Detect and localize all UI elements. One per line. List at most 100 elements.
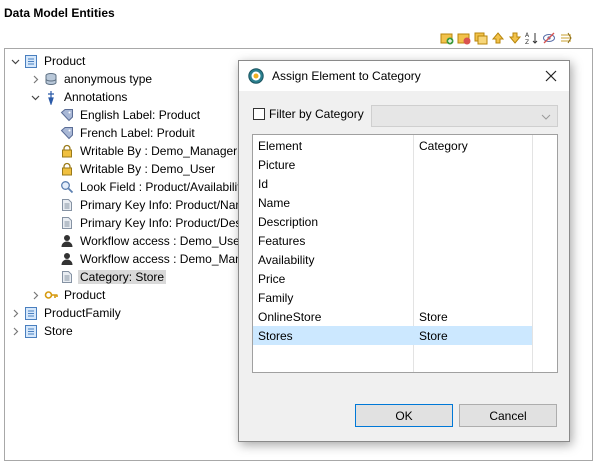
table-row[interactable]: OnlineStore Store xyxy=(253,307,532,326)
tree-item-french-label[interactable]: French Label: Produit xyxy=(59,124,197,142)
app-icon xyxy=(248,68,264,84)
file-icon xyxy=(59,269,75,285)
tree-item-workflow-user[interactable]: Workflow access : Demo_User# xyxy=(59,232,253,250)
tag-icon xyxy=(59,107,75,123)
tree-item-product[interactable]: Product xyxy=(9,52,87,70)
tree-item-category-store[interactable]: Category: Store xyxy=(59,268,167,286)
tag-icon xyxy=(59,125,75,141)
element-cell: Stores xyxy=(258,328,293,343)
sort-az-icon[interactable]: AZ xyxy=(525,31,539,45)
table-row[interactable]: Price xyxy=(253,269,532,288)
chevron-down-icon[interactable] xyxy=(9,52,21,70)
cancel-button[interactable]: Cancel xyxy=(459,404,557,427)
document-icon xyxy=(23,305,39,321)
dialog-titlebar[interactable]: Assign Element to Category xyxy=(239,61,569,91)
element-cell: Features xyxy=(258,233,306,248)
tree-item-label: Look Field : Product/Availability xyxy=(80,180,247,194)
ok-button[interactable]: OK xyxy=(355,404,453,427)
tree-item-anonymous-type[interactable]: anonymous type xyxy=(29,70,154,88)
chevron-right-icon[interactable] xyxy=(29,286,41,304)
element-cell: Availability xyxy=(258,252,315,267)
expand-icon[interactable] xyxy=(559,31,573,45)
tree-item-product-child[interactable]: Product xyxy=(29,286,107,304)
chevron-down-icon xyxy=(541,111,551,125)
assign-category-dialog: Assign Element to Category Filter by Cat… xyxy=(238,60,570,442)
table-row[interactable]: Family xyxy=(253,288,532,307)
tree-item-workflow-manager[interactable]: Workflow access : Demo_Manager xyxy=(59,250,268,268)
close-icon[interactable] xyxy=(537,63,565,89)
document-icon xyxy=(23,53,39,69)
tree-item-label: Product xyxy=(44,54,86,68)
duplicate-icon[interactable] xyxy=(474,31,488,45)
tree-item-label: Store xyxy=(44,324,73,338)
tree-item-label: French Label: Produit xyxy=(80,126,195,140)
chevron-down-icon[interactable] xyxy=(29,88,41,106)
user-icon xyxy=(59,233,75,249)
chevron-right-icon[interactable] xyxy=(9,322,21,340)
element-table[interactable]: Element Category Picture Id Name Descrip… xyxy=(252,134,558,373)
table-row[interactable]: Picture xyxy=(253,155,532,174)
category-cell[interactable]: Store xyxy=(419,310,448,324)
element-cell: Id xyxy=(258,176,269,191)
table-row[interactable]: Description xyxy=(253,212,532,231)
tree-item-label: ProductFamily xyxy=(44,306,121,320)
tree-item-primary-key-name[interactable]: Primary Key Info: Product/Name xyxy=(59,196,254,214)
tree-item-label: Writable By : Demo_Manager xyxy=(80,144,238,158)
move-down-icon[interactable] xyxy=(508,31,522,45)
tree-item-writable-manager[interactable]: Writable By : Demo_Manager xyxy=(59,142,239,160)
tree-item-label: Primary Key Info: Product/Name xyxy=(80,198,253,212)
tree-item-label: Writable By : Demo_User xyxy=(80,162,216,176)
lock-icon xyxy=(59,161,75,177)
column-header-element[interactable]: Element xyxy=(258,139,302,153)
filter-label: Filter by Category xyxy=(269,107,364,121)
table-row[interactable]: Availability xyxy=(253,250,532,269)
toolbar: AZ xyxy=(440,31,573,45)
tree-item-look-field[interactable]: Look Field : Product/Availability xyxy=(59,178,249,196)
table-row[interactable]: Name xyxy=(253,193,532,212)
lock-icon xyxy=(59,143,75,159)
category-cell[interactable]: Store xyxy=(419,329,448,343)
tree-item-productfamily[interactable]: ProductFamily xyxy=(9,304,123,322)
table-row[interactable]: Id xyxy=(253,174,532,193)
tree-item-english-label[interactable]: English Label: Product xyxy=(59,106,202,124)
tree-item-writable-user[interactable]: Writable By : Demo_User xyxy=(59,160,217,178)
document-icon xyxy=(23,323,39,339)
column-header-category[interactable]: Category xyxy=(419,139,468,153)
pin-icon xyxy=(43,89,59,105)
filter-checkbox[interactable] xyxy=(253,108,265,120)
tree-item-label: Product xyxy=(64,288,106,302)
element-cell: OnlineStore xyxy=(258,309,322,324)
hide-icon[interactable] xyxy=(542,31,556,45)
element-cell: Picture xyxy=(258,157,296,172)
file-icon xyxy=(59,215,75,231)
magnifier-icon xyxy=(59,179,75,195)
tree-item-store[interactable]: Store xyxy=(9,322,75,340)
tree-item-label: Annotations xyxy=(64,90,128,104)
element-cell: Description xyxy=(258,214,319,229)
tree-item-annotations[interactable]: Annotations xyxy=(29,88,129,106)
file-icon xyxy=(59,197,75,213)
column-divider xyxy=(532,135,533,372)
add-copy-icon[interactable] xyxy=(457,31,471,45)
tree-item-label: Workflow access : Demo_User# xyxy=(80,234,251,248)
move-up-icon[interactable] xyxy=(491,31,505,45)
add-element-icon[interactable] xyxy=(440,31,454,45)
tree-item-label: Category: Store xyxy=(78,270,167,284)
chevron-right-icon[interactable] xyxy=(29,70,41,88)
tree-item-label: anonymous type xyxy=(64,72,153,86)
category-select[interactable] xyxy=(371,105,558,127)
table-row[interactable]: Features xyxy=(253,231,532,250)
panel-title: Data Model Entities xyxy=(4,6,115,20)
table-header: Element Category xyxy=(253,136,532,155)
user-icon xyxy=(59,251,75,267)
dialog-title: Assign Element to Category xyxy=(272,69,421,83)
element-cell: Price xyxy=(258,271,286,286)
table-row-selected[interactable]: Stores Store xyxy=(253,326,532,345)
database-icon xyxy=(43,71,59,87)
tree-item-label: English Label: Product xyxy=(80,108,201,122)
svg-text:A: A xyxy=(525,32,530,39)
chevron-right-icon[interactable] xyxy=(9,304,21,322)
svg-text:Z: Z xyxy=(525,39,529,45)
filter-by-category[interactable]: Filter by Category xyxy=(253,107,364,121)
element-cell: Name xyxy=(258,195,291,210)
